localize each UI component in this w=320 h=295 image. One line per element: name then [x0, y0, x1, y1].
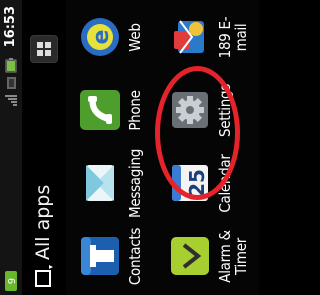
app-messaging[interactable]: Messaging — [78, 147, 143, 220]
phone-icon — [78, 89, 122, 133]
page-title: All apps — [32, 184, 54, 260]
app-label: Alarm & — [217, 230, 233, 283]
app-label: 189 E- — [217, 16, 233, 59]
signal-icon — [5, 95, 17, 106]
app-label-line2: mail — [233, 23, 249, 52]
web-icon: e — [78, 16, 122, 60]
app-label: Web — [127, 23, 143, 52]
app-label: Messaging — [127, 148, 143, 219]
header-bar: All apps — [22, 0, 66, 295]
app-drawer-screen: 9 16:53 All apps Contacts Messaging Phon… — [0, 0, 259, 295]
settings-highlight-circle — [155, 66, 240, 200]
app-contacts[interactable]: Contacts — [78, 220, 143, 293]
app-phone[interactable]: Phone — [78, 74, 143, 147]
contacts-icon — [78, 235, 122, 279]
notification-badge-icon[interactable]: 9 — [4, 269, 17, 291]
grid-view-button[interactable] — [30, 35, 58, 63]
grid-view-icon — [37, 42, 51, 56]
battery-icon — [5, 58, 17, 73]
email-icon — [168, 16, 212, 60]
app-email[interactable]: 189 E- mail — [168, 1, 249, 74]
notification-count: 9 — [7, 278, 17, 284]
app-label-line2: Timer — [233, 237, 249, 276]
app-alarm-timer[interactable]: Alarm & Timer — [168, 220, 249, 293]
svg-text:e: e — [89, 30, 114, 45]
apps-menu-icon[interactable] — [35, 265, 55, 287]
alarm-icon — [168, 235, 212, 279]
app-web[interactable]: e Web — [78, 1, 143, 74]
network-icon — [7, 77, 16, 89]
status-bar: 9 16:53 — [0, 0, 23, 295]
app-label: Contacts — [127, 227, 143, 286]
status-time: 16:53 — [3, 6, 18, 48]
messaging-icon — [78, 162, 122, 206]
app-label: Phone — [127, 90, 143, 131]
